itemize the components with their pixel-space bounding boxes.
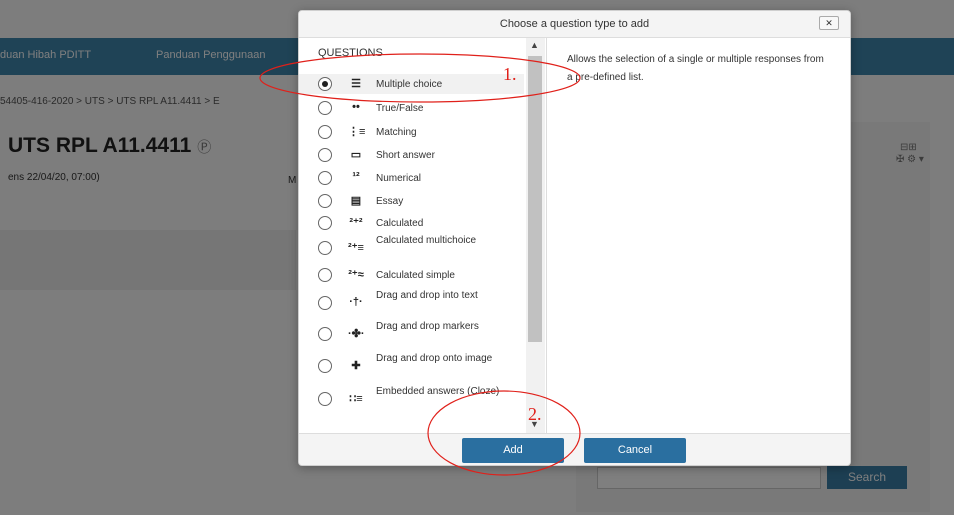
question-type-label: Multiple choice [376, 79, 443, 90]
question-type-item[interactable]: ²⁺≡ Calculated multichoice [299, 234, 524, 262]
question-type-item[interactable]: ✚ Drag and drop onto image [299, 352, 524, 380]
question-type-item[interactable]: ⋮≡ Matching [299, 122, 524, 142]
question-type-icon: ∷≡ [349, 393, 363, 405]
question-type-radio[interactable] [318, 392, 332, 406]
question-type-label: Essay [376, 196, 404, 207]
question-type-item[interactable]: ▤ Essay [299, 191, 524, 211]
question-type-radio[interactable] [318, 327, 332, 341]
dialog-title: Choose a question type to add [499, 18, 650, 30]
question-type-radio[interactable] [318, 359, 332, 373]
question-type-description: Allows the selection of a single or mult… [567, 54, 824, 83]
question-type-label: True/False [376, 103, 424, 114]
question-type-icon: ¹² [352, 171, 360, 183]
question-type-radio[interactable] [318, 216, 332, 230]
question-type-icon: ·†· [349, 296, 363, 308]
close-icon[interactable]: ✕ [819, 16, 839, 30]
question-type-item[interactable]: ²⁺≈ Calculated simple [299, 265, 524, 285]
question-type-icon: ·✤· [348, 328, 365, 340]
question-type-icon: ▭ [350, 149, 362, 161]
question-type-icon: ²⁺≡ [348, 242, 364, 254]
question-type-icon: •• [352, 101, 360, 113]
question-type-label: Short answer [376, 150, 435, 161]
scrollbar-thumb[interactable] [528, 56, 542, 342]
question-type-item[interactable]: ▭ Short answer [299, 145, 524, 165]
scroll-down-icon[interactable]: ▼ [530, 419, 539, 429]
question-type-icon: ²⁺≈ [348, 269, 364, 281]
cancel-button[interactable]: Cancel [584, 438, 686, 463]
list-scrollbar[interactable]: ▲ ▼ [526, 38, 545, 433]
question-type-label: Calculated simple [376, 270, 455, 281]
question-type-radio[interactable] [318, 241, 332, 255]
question-type-radio[interactable] [318, 148, 332, 162]
question-type-icon: ✚ [351, 360, 361, 372]
question-type-icon: ²⁺² [349, 217, 363, 229]
question-type-radio[interactable] [318, 101, 332, 115]
question-type-label: Numerical [376, 173, 422, 184]
question-type-radio[interactable] [318, 171, 332, 185]
question-type-item[interactable]: ·✤· Drag and drop markers [299, 320, 524, 348]
question-type-label: Calculated [376, 218, 424, 229]
question-type-dialog: Choose a question type to add ✕ QUESTION… [298, 10, 851, 466]
question-type-item[interactable]: ·†· Drag and drop into text [299, 289, 524, 317]
question-type-radio[interactable] [318, 125, 332, 139]
question-type-radio[interactable] [318, 194, 332, 208]
question-type-icon: ☰ [351, 78, 361, 90]
question-type-label: Drag and drop onto image [376, 353, 493, 364]
question-type-radio[interactable] [318, 296, 332, 310]
dialog-header: Choose a question type to add ✕ [299, 11, 850, 38]
question-type-label: Embedded answers (Cloze) [376, 386, 500, 397]
question-type-item[interactable]: ²⁺² Calculated [299, 213, 524, 233]
dialog-footer: Add Cancel [299, 433, 850, 465]
question-type-icon: ▤ [350, 195, 362, 207]
question-type-list: QUESTIONS ☰ Multiple choice •• True/False ⋮≡… [299, 38, 547, 433]
question-type-label: Matching [376, 127, 417, 138]
list-header: QUESTIONS [318, 47, 383, 59]
add-button[interactable]: Add [462, 438, 564, 463]
question-type-item[interactable]: ¹² Numerical [299, 168, 524, 188]
question-type-label: Drag and drop markers [376, 321, 479, 332]
question-type-item[interactable]: ☰ Multiple choice [299, 74, 524, 94]
question-type-label: Drag and drop into text [376, 290, 478, 301]
question-type-item[interactable]: •• True/False [299, 98, 524, 118]
question-type-radio[interactable] [318, 268, 332, 282]
question-type-icon: ⋮≡ [348, 126, 366, 138]
scroll-up-icon[interactable]: ▲ [530, 40, 539, 50]
question-type-item[interactable]: ∷≡ Embedded answers (Cloze) [299, 385, 524, 413]
question-type-radio[interactable] [318, 77, 332, 91]
question-type-label: Calculated multichoice [376, 235, 477, 246]
